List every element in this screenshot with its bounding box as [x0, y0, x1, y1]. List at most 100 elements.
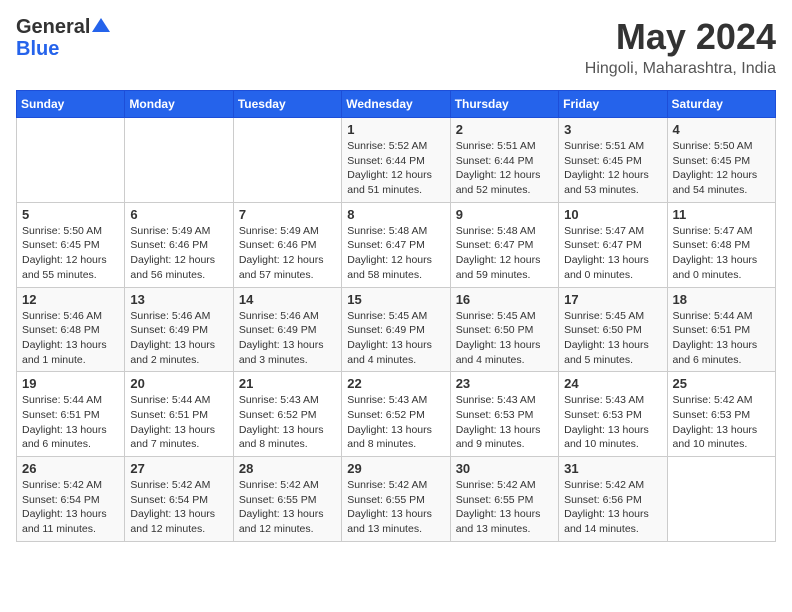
calendar-cell: 21 Sunrise: 5:43 AMSunset: 6:52 PMDayligh…: [233, 372, 341, 457]
calendar-cell: 3 Sunrise: 5:51 AMSunset: 6:45 PMDaylight…: [559, 118, 667, 203]
cell-content: Sunrise: 5:44 AMSunset: 6:51 PMDaylight:…: [22, 393, 119, 452]
logo-general-text: General: [16, 16, 90, 38]
day-number: 22: [347, 376, 444, 391]
cell-content: Sunrise: 5:42 AMSunset: 6:56 PMDaylight:…: [564, 478, 661, 537]
calendar-cell: 28 Sunrise: 5:42 AMSunset: 6:55 PMDayligh…: [233, 457, 341, 542]
cell-content: Sunrise: 5:48 AMSunset: 6:47 PMDaylight:…: [456, 224, 553, 283]
day-number: 23: [456, 376, 553, 391]
day-number: 16: [456, 292, 553, 307]
day-number: 3: [564, 122, 661, 137]
calendar-cell: 20 Sunrise: 5:44 AMSunset: 6:51 PMDayligh…: [125, 372, 233, 457]
calendar-cell: 17 Sunrise: 5:45 AMSunset: 6:50 PMDayligh…: [559, 287, 667, 372]
cell-content: Sunrise: 5:42 AMSunset: 6:55 PMDaylight:…: [347, 478, 444, 537]
weekday-header-row: SundayMondayTuesdayWednesdayThursdayFrid…: [17, 91, 776, 118]
logo-blue-text: Blue: [16, 38, 110, 60]
day-number: 28: [239, 461, 336, 476]
day-number: 19: [22, 376, 119, 391]
calendar-cell: 8 Sunrise: 5:48 AMSunset: 6:47 PMDaylight…: [342, 202, 450, 287]
cell-content: Sunrise: 5:42 AMSunset: 6:55 PMDaylight:…: [239, 478, 336, 537]
weekday-header-sunday: Sunday: [17, 91, 125, 118]
day-number: 15: [347, 292, 444, 307]
weekday-header-thursday: Thursday: [450, 91, 558, 118]
calendar-cell: 6 Sunrise: 5:49 AMSunset: 6:46 PMDaylight…: [125, 202, 233, 287]
day-number: 30: [456, 461, 553, 476]
calendar-cell: 23Sunrise: 5:43 AMSunset: 6:53 PMDayligh…: [450, 372, 558, 457]
title-area: May 2024 Hingoli, Maharashtra, India: [585, 16, 776, 78]
calendar-cell: 9 Sunrise: 5:48 AMSunset: 6:47 PMDaylight…: [450, 202, 558, 287]
calendar-week-2: 5Sunrise: 5:50 AMSunset: 6:45 PMDaylight…: [17, 202, 776, 287]
calendar-table: SundayMondayTuesdayWednesdayThursdayFrid…: [16, 90, 776, 542]
cell-content: Sunrise: 5:46 AMSunset: 6:49 PMDaylight:…: [239, 309, 336, 368]
cell-content: Sunrise: 5:48 AMSunset: 6:47 PMDaylight:…: [347, 224, 444, 283]
weekday-header-friday: Friday: [559, 91, 667, 118]
calendar-cell: [17, 118, 125, 203]
cell-content: Sunrise: 5:44 AMSunset: 6:51 PMDaylight:…: [673, 309, 770, 368]
day-number: 20: [130, 376, 227, 391]
calendar-cell: 16 Sunrise: 5:45 AMSunset: 6:50 PMDayligh…: [450, 287, 558, 372]
cell-content: Sunrise: 5:50 AMSunset: 6:45 PMDaylight:…: [673, 139, 770, 198]
calendar-cell: [125, 118, 233, 203]
cell-content: Sunrise: 5:49 AMSunset: 6:46 PMDaylight:…: [239, 224, 336, 283]
day-number: 6: [130, 207, 227, 222]
weekday-header-wednesday: Wednesday: [342, 91, 450, 118]
logo: General Blue: [16, 16, 110, 60]
calendar-week-4: 19 Sunrise: 5:44 AMSunset: 6:51 PMDayligh…: [17, 372, 776, 457]
month-title: May 2024: [585, 16, 776, 58]
cell-content: Sunrise: 5:44 AMSunset: 6:51 PMDaylight:…: [130, 393, 227, 452]
cell-content: Sunrise: 5:43 AMSunset: 6:52 PMDaylight:…: [239, 393, 336, 452]
calendar-cell: 26Sunrise: 5:42 AMSunset: 6:54 PMDayligh…: [17, 457, 125, 542]
cell-content: Sunrise: 5:47 AMSunset: 6:48 PMDaylight:…: [673, 224, 770, 283]
weekday-header-tuesday: Tuesday: [233, 91, 341, 118]
calendar-cell: 11 Sunrise: 5:47 AMSunset: 6:48 PMDayligh…: [667, 202, 775, 287]
calendar-cell: 18 Sunrise: 5:44 AMSunset: 6:51 PMDayligh…: [667, 287, 775, 372]
calendar-cell: 14 Sunrise: 5:46 AMSunset: 6:49 PMDayligh…: [233, 287, 341, 372]
calendar-cell: 27Sunrise: 5:42 AMSunset: 6:54 PMDayligh…: [125, 457, 233, 542]
day-number: 10: [564, 207, 661, 222]
cell-content: Sunrise: 5:43 AMSunset: 6:53 PMDaylight:…: [564, 393, 661, 452]
page-header: General Blue May 2024 Hingoli, Maharasht…: [16, 16, 776, 78]
cell-content: Sunrise: 5:51 AMSunset: 6:45 PMDaylight:…: [564, 139, 661, 198]
day-number: 21: [239, 376, 336, 391]
day-number: 24: [564, 376, 661, 391]
calendar-cell: 25 Sunrise: 5:42 AMSunset: 6:53 PMDayligh…: [667, 372, 775, 457]
calendar-cell: 31Sunrise: 5:42 AMSunset: 6:56 PMDayligh…: [559, 457, 667, 542]
cell-content: Sunrise: 5:49 AMSunset: 6:46 PMDaylight:…: [130, 224, 227, 283]
day-number: 14: [239, 292, 336, 307]
cell-content: Sunrise: 5:46 AMSunset: 6:48 PMDaylight:…: [22, 309, 119, 368]
calendar-cell: 30Sunrise: 5:42 AMSunset: 6:55 PMDayligh…: [450, 457, 558, 542]
day-number: 11: [673, 207, 770, 222]
day-number: 9: [456, 207, 553, 222]
weekday-header-monday: Monday: [125, 91, 233, 118]
day-number: 18: [673, 292, 770, 307]
day-number: 17: [564, 292, 661, 307]
calendar-cell: 13 Sunrise: 5:46 AMSunset: 6:49 PMDayligh…: [125, 287, 233, 372]
day-number: 25: [673, 376, 770, 391]
calendar-cell: 1 Sunrise: 5:52 AMSunset: 6:44 PMDaylight…: [342, 118, 450, 203]
calendar-cell: 15Sunrise: 5:45 AMSunset: 6:49 PMDayligh…: [342, 287, 450, 372]
cell-content: Sunrise: 5:45 AMSunset: 6:50 PMDaylight:…: [564, 309, 661, 368]
calendar-cell: [233, 118, 341, 203]
day-number: 1: [347, 122, 444, 137]
logo-icon: [92, 16, 110, 34]
calendar-cell: 5Sunrise: 5:50 AMSunset: 6:45 PMDaylight…: [17, 202, 125, 287]
calendar-cell: 29Sunrise: 5:42 AMSunset: 6:55 PMDayligh…: [342, 457, 450, 542]
day-number: 13: [130, 292, 227, 307]
calendar-cell: 19 Sunrise: 5:44 AMSunset: 6:51 PMDayligh…: [17, 372, 125, 457]
cell-content: Sunrise: 5:52 AMSunset: 6:44 PMDaylight:…: [347, 139, 444, 198]
calendar-week-1: 1 Sunrise: 5:52 AMSunset: 6:44 PMDaylight…: [17, 118, 776, 203]
cell-content: Sunrise: 5:46 AMSunset: 6:49 PMDaylight:…: [130, 309, 227, 368]
cell-content: Sunrise: 5:45 AMSunset: 6:50 PMDaylight:…: [456, 309, 553, 368]
day-number: 26: [22, 461, 119, 476]
cell-content: Sunrise: 5:51 AMSunset: 6:44 PMDaylight:…: [456, 139, 553, 198]
cell-content: Sunrise: 5:47 AMSunset: 6:47 PMDaylight:…: [564, 224, 661, 283]
location-text: Hingoli, Maharashtra, India: [585, 60, 776, 78]
day-number: 4: [673, 122, 770, 137]
calendar-cell: 24 Sunrise: 5:43 AMSunset: 6:53 PMDayligh…: [559, 372, 667, 457]
calendar-cell: 4 Sunrise: 5:50 AMSunset: 6:45 PMDaylight…: [667, 118, 775, 203]
day-number: 8: [347, 207, 444, 222]
calendar-cell: [667, 457, 775, 542]
calendar-week-3: 12Sunrise: 5:46 AMSunset: 6:48 PMDayligh…: [17, 287, 776, 372]
calendar-cell: 7Sunrise: 5:49 AMSunset: 6:46 PMDaylight…: [233, 202, 341, 287]
cell-content: Sunrise: 5:42 AMSunset: 6:53 PMDaylight:…: [673, 393, 770, 452]
day-number: 5: [22, 207, 119, 222]
